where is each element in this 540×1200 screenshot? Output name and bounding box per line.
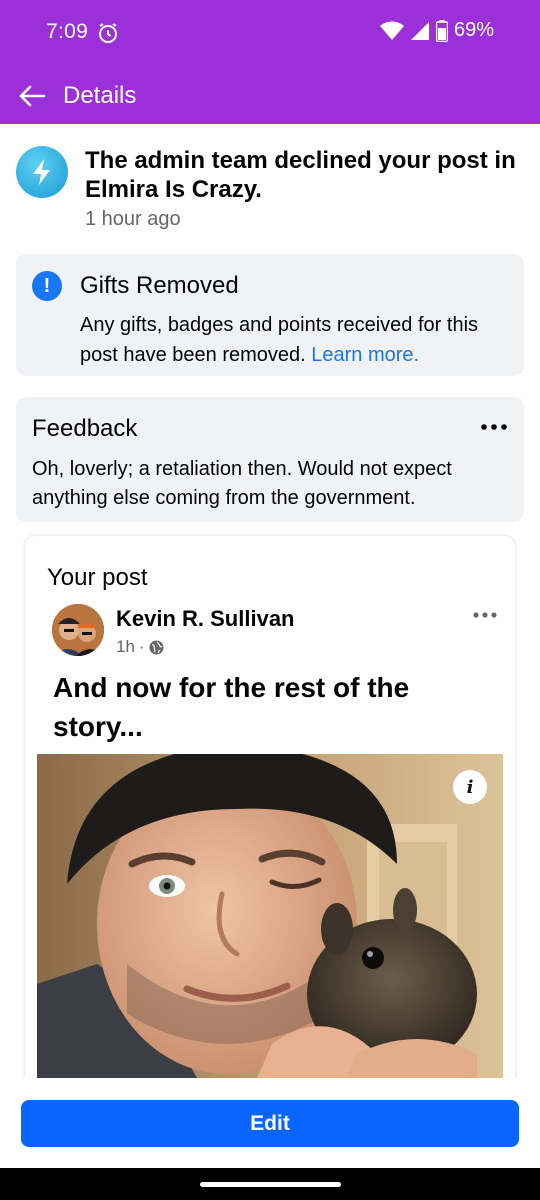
photo-illustration xyxy=(37,754,503,1078)
feedback-more-button[interactable] xyxy=(478,413,510,441)
post-headline: And now for the rest of the story... xyxy=(53,672,410,742)
learn-more-link[interactable]: Learn more. xyxy=(311,344,419,366)
post-time: 1h xyxy=(116,637,135,656)
gifts-title: Gifts Removed xyxy=(80,272,239,299)
edit-button[interactable]: Edit xyxy=(21,1100,519,1147)
page-title: Details xyxy=(63,82,137,109)
post-more-button[interactable] xyxy=(469,602,501,628)
bottom-action-bar: Edit xyxy=(0,1078,540,1168)
arrow-left-icon xyxy=(19,85,46,107)
battery-percent: 69% xyxy=(453,19,494,41)
post-label: Your post xyxy=(47,564,148,591)
post-image[interactable]: i xyxy=(37,754,503,1078)
status-icons: 69% xyxy=(379,19,494,42)
gifts-removed-card: ! Gifts Removed Any gifts, badges and po… xyxy=(16,254,524,376)
feedback-title: Feedback xyxy=(32,415,138,442)
system-nav-bar xyxy=(0,1168,540,1200)
lightning-icon xyxy=(16,146,68,198)
decline-notice: The admin team declined your post in Elm… xyxy=(16,146,526,236)
more-horizontal-icon xyxy=(473,612,497,618)
post-card: Your post Kevin R. Sullivan 1h · And now… xyxy=(25,536,515,1096)
globe-icon xyxy=(149,639,164,655)
back-button[interactable] xyxy=(14,80,50,112)
app-bar: Details xyxy=(0,68,540,124)
feedback-card: Feedback Oh, loverly; a retaliation then… xyxy=(16,397,524,522)
feedback-body: Oh, loverly; a retaliation then. Would n… xyxy=(32,458,452,509)
more-horizontal-icon xyxy=(481,424,507,430)
alarm-icon xyxy=(96,21,120,45)
gifts-body: Any gifts, badges and points received fo… xyxy=(80,310,510,370)
avatar[interactable] xyxy=(52,604,104,656)
wifi-icon xyxy=(379,21,404,41)
exclamation-icon: ! xyxy=(32,271,62,301)
signal-icon xyxy=(410,21,430,41)
notice-text: The admin team declined your post in Elm… xyxy=(85,147,516,203)
status-time: 7:09 xyxy=(46,20,89,43)
battery-icon xyxy=(435,19,448,42)
info-icon[interactable]: i xyxy=(453,770,487,804)
notice-time: 1 hour ago xyxy=(85,208,181,230)
post-meta: 1h · xyxy=(116,637,164,657)
home-gesture-handle[interactable] xyxy=(200,1182,341,1187)
meta-separator: · xyxy=(138,637,145,656)
author-name[interactable]: Kevin R. Sullivan xyxy=(116,606,295,632)
status-bar: 7:09 69% xyxy=(0,0,540,68)
